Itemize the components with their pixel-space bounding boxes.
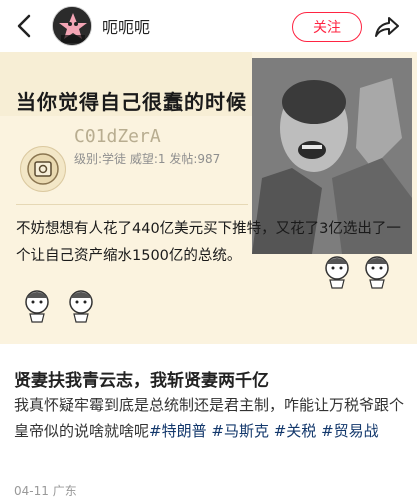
image-title: 当你觉得自己很蠢的时候 [16, 90, 247, 114]
forum-username: C01dZerA [74, 126, 161, 147]
chibi-sticker-icon [365, 256, 389, 289]
chibi-sticker-icon [325, 256, 349, 289]
chevron-left-icon [17, 14, 31, 38]
back-button[interactable] [8, 8, 40, 44]
post-title: 贤妻扶我青云志，我斩贤妻两千亿 [14, 371, 269, 391]
hashtag-tariff[interactable]: #关税 [274, 422, 317, 440]
post-location: 广东 [52, 484, 77, 498]
follow-button[interactable]: 关注 [292, 12, 362, 42]
post-date: 04-11 [14, 484, 49, 498]
post-image[interactable]: 当你觉得自己很蠢的时候 C01dZerA 级别:学徒 威望:1 发帖:987 不… [0, 52, 417, 344]
chibi-sticker-icon [25, 290, 49, 323]
post-meta: 04-11 广东 [14, 482, 77, 499]
hashtag-trade-war[interactable]: #贸易战 [321, 422, 379, 440]
author-avatar[interactable] [52, 6, 92, 46]
author-name[interactable]: 呃呃呃 [102, 14, 150, 38]
chibi-sticker-icon [69, 290, 93, 323]
divider [16, 204, 248, 205]
hashtag-trump[interactable]: #特朗普 [149, 422, 207, 440]
forum-user-stats: 级别:学徒 威望:1 发帖:987 [74, 152, 221, 166]
safe-icon [27, 153, 59, 185]
share-button[interactable] [370, 10, 404, 44]
post-content: 贤妻扶我青云志，我斩贤妻两千亿 我真怀疑牢霉到底是总统制还是君主制，咋能让万税爷… [0, 344, 417, 500]
starfish-avatar-icon [53, 7, 91, 45]
post-body: 我真怀疑牢霉到底是总统制还是君主制，咋能让万税爷跟个皇帝似的说啥就啥呢#特朗普 … [14, 392, 406, 444]
hashtag-musk[interactable]: #马斯克 [211, 422, 269, 440]
forum-avatar [20, 146, 66, 192]
top-bar: 呃呃呃 关注 [0, 0, 417, 52]
share-icon [375, 17, 399, 37]
